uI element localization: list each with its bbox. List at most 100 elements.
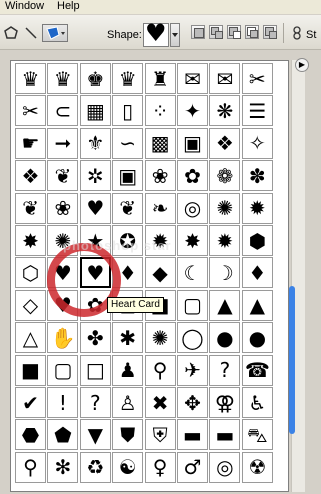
shape-cell[interactable]: ● xyxy=(241,322,273,354)
shape-cell[interactable]: ? xyxy=(79,387,111,418)
link-icon[interactable] xyxy=(290,24,304,42)
shape-cell[interactable]: ❀ xyxy=(144,160,176,192)
shape-cell[interactable]: ✹ xyxy=(144,225,176,256)
shape-preview-button[interactable]: ♥ xyxy=(143,21,169,47)
shape-cell[interactable]: ❦ xyxy=(112,192,144,224)
shape-cell[interactable]: ♥ xyxy=(47,257,79,289)
shape-cell[interactable]: ♿ xyxy=(241,387,273,418)
shape-cell[interactable]: ✹ xyxy=(241,192,273,224)
shape-cell[interactable]: ∽ xyxy=(112,127,144,159)
shape-cell[interactable]: ✱ xyxy=(112,322,144,354)
shape-cell[interactable]: ✦ xyxy=(177,95,208,127)
shape-cell[interactable]: ★ xyxy=(79,225,111,256)
shape-cell[interactable]: ✉ xyxy=(177,63,208,94)
shape-cell[interactable]: ✋ xyxy=(47,322,79,354)
shape-cell[interactable]: ♚ xyxy=(79,63,111,94)
shape-cell[interactable]: ! xyxy=(47,387,79,418)
shape-cell[interactable]: □ xyxy=(79,354,111,386)
shape-cell[interactable]: ♙ xyxy=(112,387,144,418)
shape-cell[interactable]: ▢ xyxy=(177,289,208,321)
shape-cell[interactable]: ♻ xyxy=(79,451,111,483)
shape-cell[interactable]: ▢ xyxy=(47,354,79,386)
subtract-mode-button[interactable] xyxy=(227,25,241,39)
shape-cell[interactable]: ✹ xyxy=(209,225,241,256)
shape-cell[interactable]: ⚜ xyxy=(79,127,111,159)
shape-cell[interactable]: ☽ xyxy=(209,257,241,289)
shape-cell[interactable]: ▦ xyxy=(79,95,111,127)
shape-cell[interactable]: ♜ xyxy=(144,63,176,94)
shape-cell[interactable]: ❦ xyxy=(47,160,79,192)
shape-cell[interactable]: ✲ xyxy=(79,160,111,192)
shape-cell[interactable]: ⚢ xyxy=(209,387,241,418)
shape-cell[interactable]: ✈ xyxy=(177,354,208,386)
shape-cell[interactable]: ⊂ xyxy=(47,95,79,127)
shape-cell[interactable]: ✂ xyxy=(241,63,273,94)
shape-cell[interactable]: ⚲ xyxy=(144,354,176,386)
shape-cell[interactable]: ♛ xyxy=(47,63,79,94)
shape-cell[interactable]: ✺ xyxy=(209,192,241,224)
shape-cell[interactable]: ⬡ xyxy=(15,257,46,289)
shape-cell[interactable]: ☛ xyxy=(15,127,46,159)
shape-cell[interactable]: ♛ xyxy=(112,63,144,94)
shape-cell[interactable]: ▯ xyxy=(112,95,144,127)
intersect-mode-button[interactable] xyxy=(245,25,259,39)
shape-cell[interactable]: ✸ xyxy=(15,225,46,256)
shape-cell[interactable]: ◎ xyxy=(209,451,241,483)
shape-cell[interactable]: ◇ xyxy=(15,289,46,321)
shape-cell[interactable]: ▣ xyxy=(177,127,208,159)
shape-cell[interactable]: ☯ xyxy=(112,451,144,483)
shape-cell[interactable]: ❀ xyxy=(47,192,79,224)
shape-cell[interactable]: ■ xyxy=(15,354,46,386)
shape-cell[interactable]: ✪ xyxy=(112,225,144,256)
shape-cell[interactable]: ✺ xyxy=(144,322,176,354)
shape-cell[interactable]: ♂ xyxy=(177,451,208,483)
shape-cell[interactable]: ❦ xyxy=(15,192,46,224)
shape-cell[interactable]: ⚲ xyxy=(15,451,46,483)
scrollbar-thumb[interactable] xyxy=(289,286,295,434)
line-tool-icon[interactable] xyxy=(22,24,40,42)
shape-cell[interactable]: ✿ xyxy=(177,160,208,192)
shape-cell[interactable]: ▣ xyxy=(112,160,144,192)
shape-cell[interactable]: ⬢ xyxy=(241,225,273,256)
shape-cell[interactable]: ❧ xyxy=(144,192,176,224)
shape-cell[interactable]: ♦ xyxy=(241,257,273,289)
add-mode-button[interactable] xyxy=(209,25,223,39)
shape-cell[interactable]: △ xyxy=(15,322,46,354)
shape-cell[interactable]: ◎ xyxy=(177,192,208,224)
shape-cell[interactable]: ✂ xyxy=(15,95,46,127)
shape-cell[interactable]: ✧ xyxy=(241,127,273,159)
shape-cell[interactable]: ✻ xyxy=(47,451,79,483)
shape-cell[interactable]: ☾ xyxy=(177,257,208,289)
shape-cell[interactable]: ✺ xyxy=(47,225,79,256)
shape-cell[interactable]: ✤ xyxy=(79,322,111,354)
shape-cell[interactable]: ◆ xyxy=(144,257,176,289)
shape-cell[interactable]: ✸ xyxy=(177,225,208,256)
shape-cell[interactable]: ▲ xyxy=(241,289,273,321)
shape-cell[interactable]: ◯ xyxy=(177,322,208,354)
shape-cell[interactable]: ♥ xyxy=(79,192,111,224)
shape-cell[interactable]: ❖ xyxy=(15,160,46,192)
shape-cell[interactable]: ♦ xyxy=(112,257,144,289)
shape-cell[interactable]: ♥ xyxy=(47,289,79,321)
shape-cell[interactable]: ☰ xyxy=(241,95,273,127)
shape-cell[interactable]: ▼ xyxy=(79,419,111,451)
shape-cell[interactable]: ☢ xyxy=(241,451,273,483)
menu-help[interactable]: Help xyxy=(57,0,80,12)
shape-cell[interactable]: ♀ xyxy=(144,451,176,483)
panel-menu-arrow-icon[interactable]: ▶ xyxy=(295,58,309,72)
shape-cell[interactable]: ▲ xyxy=(209,289,241,321)
shape-cell[interactable]: ✖ xyxy=(144,387,176,418)
shape-cell[interactable]: ➞ xyxy=(47,127,79,159)
menu-window[interactable]: Window xyxy=(5,0,44,12)
new-layer-mode-button[interactable] xyxy=(191,25,205,39)
shape-cell[interactable]: ⛊ xyxy=(112,419,144,451)
shape-cell[interactable]: ✽ xyxy=(241,160,273,192)
exclude-mode-button[interactable] xyxy=(263,25,277,39)
shape-cell[interactable]: ❋ xyxy=(209,95,241,127)
shape-cell[interactable]: ✥ xyxy=(177,387,208,418)
shape-cell[interactable]: ☎ xyxy=(241,354,273,386)
shape-cell[interactable]: ♛ xyxy=(15,63,46,94)
shape-cell[interactable]: ⛨ xyxy=(144,419,176,451)
shape-cell[interactable]: ✔ xyxy=(15,387,46,418)
shape-cell[interactable]: ♟ xyxy=(112,354,144,386)
